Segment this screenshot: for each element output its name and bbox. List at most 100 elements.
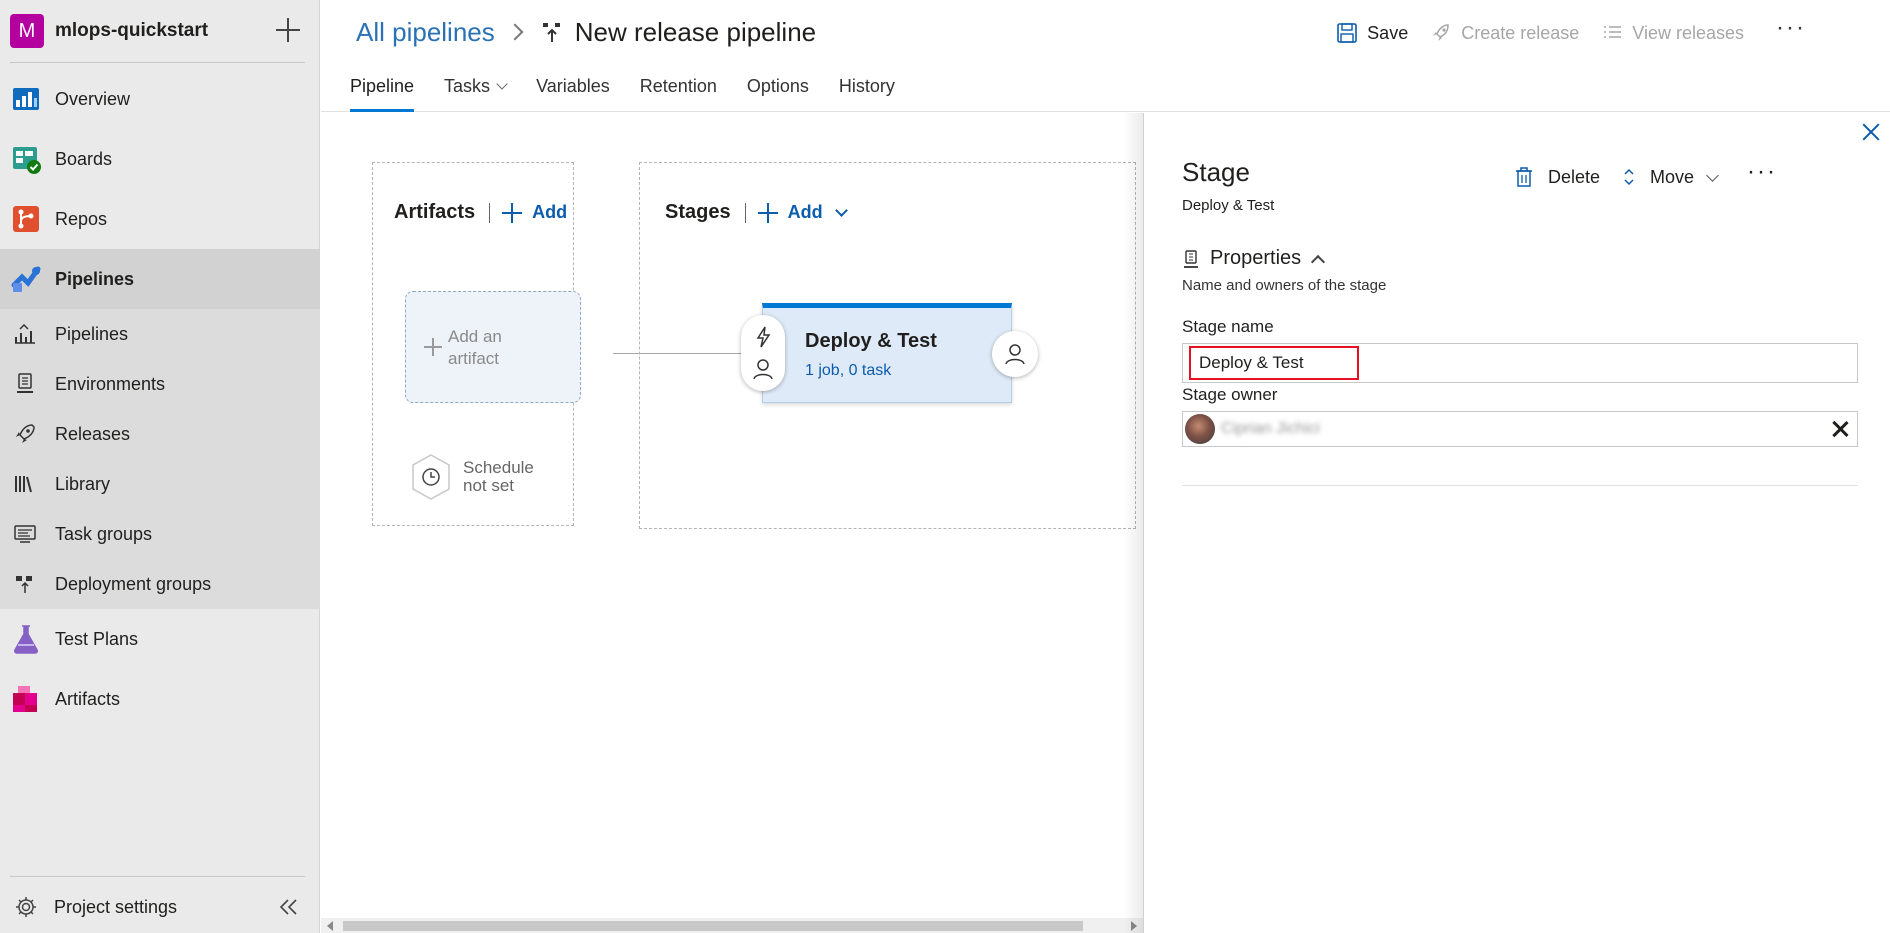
tab-tasks[interactable]: Tasks <box>444 74 508 112</box>
tab-label: History <box>838 76 895 96</box>
panel-subtitle: Deploy & Test <box>1182 197 1275 214</box>
sidebar-subitem-environments[interactable]: Environments <box>0 359 320 409</box>
artifacts-title: Artifacts <box>394 201 476 223</box>
add-artifact-link[interactable]: Add <box>502 202 567 223</box>
properties-section-toggle[interactable]: Properties <box>1182 247 1326 270</box>
sidebar-divider <box>10 62 305 63</box>
view-releases-label: View releases <box>1632 22 1745 43</box>
sidebar-item-artifacts[interactable]: Artifacts <box>0 669 320 729</box>
sidebar-subitem-pipelines[interactable]: Pipelines <box>0 309 320 359</box>
save-button[interactable]: Save <box>1336 22 1408 44</box>
sidebar-subitem-releases[interactable]: Releases <box>0 409 320 459</box>
sidebar-item-label: Releases <box>55 423 131 444</box>
canvas-horizontal-scrollbar[interactable] <box>321 918 1143 933</box>
stage-name-field <box>1182 343 1858 383</box>
list-icon <box>1604 26 1622 38</box>
save-label: Save <box>1367 22 1409 43</box>
title-divider <box>744 202 746 223</box>
project-settings-label: Project settings <box>54 896 178 917</box>
sidebar-item-label: Environments <box>55 373 166 394</box>
tab-label: Variables <box>536 76 610 96</box>
all-pipelines-link[interactable]: All pipelines <box>356 17 495 48</box>
tab-retention[interactable]: Retention <box>640 74 717 112</box>
tab-history[interactable]: History <box>839 74 895 112</box>
stage-owner-name: Ciprian Jichici <box>1221 420 1320 437</box>
create-release-label: Create release <box>1461 22 1580 43</box>
boards-icon <box>13 147 41 174</box>
chevron-down-icon[interactable] <box>834 204 848 217</box>
panel-actions: Delete Move ··· <box>1514 158 1777 191</box>
lightning-icon <box>756 326 771 348</box>
close-icon[interactable] <box>1860 121 1882 143</box>
delete-label: Delete <box>1548 166 1601 187</box>
sidebar-item-label: Library <box>55 473 111 494</box>
overview-icon <box>13 88 39 110</box>
repos-icon <box>13 206 39 232</box>
stage-owner-field[interactable]: Ciprian Jichici <box>1182 411 1858 447</box>
pipelines-sub-icon <box>15 323 35 344</box>
release-pipeline-icon <box>542 23 560 42</box>
sidebar-item-label: Pipelines <box>55 323 129 344</box>
sidebar-item-repos[interactable]: Repos <box>0 189 320 249</box>
chevron-up-icon <box>1311 254 1326 269</box>
sidebar-item-boards[interactable]: Boards <box>0 129 320 189</box>
add-artifact-card[interactable]: Add an artifact <box>405 291 581 403</box>
org-header[interactable]: M mlops-quickstart <box>0 0 320 62</box>
rocket-icon <box>16 424 35 443</box>
sidebar-item-overview[interactable]: Overview <box>0 69 320 129</box>
library-icon <box>15 476 32 493</box>
tab-variables[interactable]: Variables <box>536 74 610 112</box>
sidebar-subitem-task-groups[interactable]: Task groups <box>0 509 320 559</box>
more-actions-icon[interactable]: ··· <box>1776 14 1806 42</box>
sidebar-subitem-library[interactable]: Library <box>0 459 320 509</box>
pipelines-group: Pipelines Pipelines Environments Release… <box>0 249 320 609</box>
tab-options[interactable]: Options <box>747 74 809 112</box>
properties-description: Name and owners of the stage <box>1182 277 1387 294</box>
schedule-line2: not set <box>463 476 515 495</box>
plus-icon <box>757 202 778 223</box>
breadcrumb-chevron-icon <box>506 23 524 41</box>
sidebar-subitem-deployment-groups[interactable]: Deployment groups <box>0 559 320 609</box>
pipelines-icon <box>11 266 41 292</box>
move-label: Move <box>1650 166 1695 187</box>
scroll-left-icon[interactable] <box>327 921 333 931</box>
org-avatar: M <box>10 14 44 48</box>
clear-owner-icon[interactable] <box>1831 420 1849 438</box>
tab-pipeline[interactable]: Pipeline <box>350 74 415 112</box>
new-item-plus-icon[interactable] <box>274 16 302 44</box>
sidebar-item-test-plans[interactable]: Test Plans <box>0 609 320 669</box>
project-settings-button[interactable]: Project settings <box>0 884 320 930</box>
sidebar-item-pipelines[interactable]: Pipelines <box>0 249 320 309</box>
tab-label: Pipeline <box>350 76 415 96</box>
panel-shadow <box>1123 113 1143 933</box>
org-name: mlops-quickstart <box>55 20 209 41</box>
sort-updown-icon <box>1624 168 1634 186</box>
sidebar-item-label: Repos <box>55 208 108 229</box>
tab-label: Options <box>746 76 809 96</box>
scrollbar-thumb[interactable] <box>343 921 1083 931</box>
stage-name-input[interactable] <box>1189 346 1359 380</box>
environment-icon <box>1184 249 1198 268</box>
schedule-trigger[interactable]: Schedule not set <box>409 453 534 501</box>
stage-card-summary[interactable]: 1 job, 0 task <box>805 362 891 380</box>
clock-icon <box>412 454 450 500</box>
add-artifact-line1: Add an <box>448 327 502 346</box>
more-actions-icon[interactable]: ··· <box>1747 158 1777 186</box>
add-stage-link[interactable]: Add <box>757 202 848 223</box>
stage-card[interactable]: Deploy & Test 1 job, 0 task <box>762 303 1012 403</box>
deployment-groups-icon <box>16 576 32 593</box>
sidebar-item-label: Deployment groups <box>55 573 212 594</box>
delete-stage-button[interactable]: Delete <box>1514 166 1600 188</box>
left-sidebar: M mlops-quickstart Overview Boards Repos… <box>0 0 320 933</box>
view-releases-button[interactable]: View releases <box>1601 22 1744 44</box>
pipeline-canvas: Artifacts Add Add an artifact Schedule n… <box>321 113 1143 918</box>
create-release-button[interactable]: Create release <box>1430 22 1579 44</box>
plus-icon <box>502 202 523 223</box>
collapse-sidebar-icon[interactable] <box>276 894 302 920</box>
add-artifact-line2: artifact <box>448 349 500 368</box>
post-deployment-conditions[interactable] <box>992 331 1038 377</box>
page-title[interactable]: New release pipeline <box>575 17 816 48</box>
pre-deployment-conditions[interactable] <box>741 315 785 391</box>
add-artifact-label: Add an artifact <box>448 326 502 370</box>
move-stage-button[interactable]: Move <box>1622 166 1719 188</box>
